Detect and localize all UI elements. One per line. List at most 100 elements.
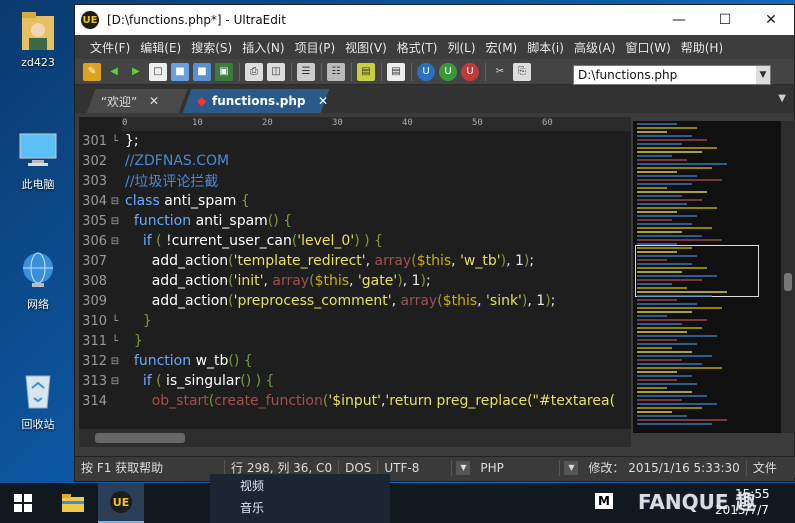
menu-help[interactable]: 帮助(H): [676, 39, 728, 56]
close-icon[interactable]: ✕: [318, 94, 328, 108]
ime-indicator[interactable]: M: [595, 493, 613, 509]
code-line[interactable]: 301 └};: [79, 131, 631, 151]
code-text: ob_start(create_function('$input','retur…: [151, 393, 616, 409]
menu-project[interactable]: 项目(P): [290, 39, 341, 56]
open-folder-icon[interactable]: ■: [171, 62, 189, 81]
ue-blue-icon[interactable]: U: [417, 62, 435, 81]
desktop-icon-this-pc[interactable]: 此电脑: [3, 130, 73, 192]
fold-toggle-icon[interactable]: ⊟: [109, 216, 121, 227]
save-icon[interactable]: ▣: [215, 62, 233, 81]
document-view-icon[interactable]: ▤: [387, 62, 405, 81]
windows-start-icon[interactable]: [0, 483, 46, 523]
menu-view[interactable]: 视图(V): [340, 39, 392, 56]
cut-icon[interactable]: ✂: [491, 63, 509, 81]
minimap-line: [637, 203, 687, 205]
menu-file[interactable]: 文件(F): [85, 39, 135, 56]
code-lines[interactable]: 301 └}; 302//ZDFNAS.COM 303//垃圾评论拦截 304 ⊟ clas…: [79, 131, 631, 427]
code-line[interactable]: 306 ⊟ if ( !current_user_can('level_0') )…: [79, 231, 631, 251]
columns-icon[interactable]: ☷: [327, 62, 345, 81]
horizontal-scrollbar[interactable]: [79, 429, 631, 447]
toolbar-separator: [485, 62, 486, 81]
code-line[interactable]: 303 //垃圾评论拦截: [79, 171, 631, 191]
code-text: add_action('template_redirect', array($t…: [151, 253, 535, 269]
tab-functions-php[interactable]: ◆ functions.php ✕: [182, 89, 330, 113]
line-number: 301: [82, 133, 107, 149]
code-line[interactable]: 302 //ZDFNAS.COM: [79, 151, 631, 171]
book-icon[interactable]: ▤: [357, 62, 375, 81]
forward-arrow-icon[interactable]: ▶: [127, 63, 145, 81]
fold-toggle-icon[interactable]: ⊟: [109, 376, 121, 387]
menu-edit[interactable]: 编辑(E): [135, 39, 186, 56]
print-icon[interactable]: ⎙: [245, 62, 263, 81]
code-line[interactable]: 305 ⊟ function anti_spam() {: [79, 211, 631, 231]
path-dropdown[interactable]: D:\functions.php ▼: [573, 65, 771, 85]
code-text: add_action('preprocess_comment', array($…: [151, 293, 556, 309]
ruler-mark: 10: [192, 118, 203, 128]
ue-green-icon[interactable]: U: [439, 62, 457, 81]
desktop-icon-network[interactable]: 网络: [3, 250, 73, 312]
code-minimap[interactable]: [633, 121, 781, 433]
chevron-down-icon[interactable]: ▼: [756, 66, 770, 84]
vertical-scrollbar[interactable]: [781, 121, 795, 433]
minimap-line: [637, 399, 682, 401]
menu-window[interactable]: 窗口(W): [621, 39, 676, 56]
vertical-scroll-thumb[interactable]: [784, 273, 792, 291]
code-line[interactable]: 313 ⊟ if ( is_singular() ) {: [79, 371, 631, 391]
tab-list-dropdown-icon[interactable]: ▼: [778, 93, 786, 104]
start-menu-item-music[interactable]: 音乐: [210, 496, 390, 518]
line-number: 308: [82, 273, 107, 289]
code-line[interactable]: 311 └ }: [79, 331, 631, 351]
chevron-down-icon[interactable]: ▼: [564, 460, 579, 475]
code-editor[interactable]: 0 10 20 30 40 50 60 301 └}; 302 //ZDFNAS.CO…: [79, 117, 631, 447]
status-syntax[interactable]: PHP: [474, 459, 561, 476]
print-preview-icon[interactable]: ◫: [267, 62, 285, 81]
close-button[interactable]: ✕: [748, 5, 794, 35]
chevron-down-icon[interactable]: ▼: [456, 460, 471, 475]
code-text: };: [125, 133, 139, 149]
code-line[interactable]: 308 add_action('init', array($this, 'gat…: [79, 271, 631, 291]
menu-advanced[interactable]: 高级(A): [569, 39, 621, 56]
minimap-line: [637, 363, 702, 365]
start-menu-item-video[interactable]: 视频: [210, 474, 390, 496]
code-line[interactable]: 309 add_action('preprocess_comment', arr…: [79, 291, 631, 311]
desktop-icon-user[interactable]: zd423: [3, 10, 73, 69]
fold-toggle-icon[interactable]: ⊟: [109, 196, 121, 207]
desktop-icon-recycle-bin[interactable]: 回收站: [3, 370, 73, 432]
fold-toggle-icon[interactable]: ⊟: [109, 236, 121, 247]
horizontal-scroll-thumb[interactable]: [95, 433, 185, 443]
tab-welcome[interactable]: “欢迎” ✕: [86, 89, 188, 113]
menu-format[interactable]: 格式(T): [392, 39, 443, 56]
ultraedit-taskbar-icon[interactable]: UE: [98, 483, 144, 523]
minimap-line: [637, 127, 697, 129]
code-line[interactable]: 314 ob_start(create_function('$input','r…: [79, 391, 631, 411]
code-line[interactable]: 304 ⊟ class anti_spam {: [79, 191, 631, 211]
menu-macro[interactable]: 宏(M): [481, 39, 523, 56]
menu-search[interactable]: 搜索(S): [186, 39, 237, 56]
ultraedit-window: UE [D:\functions.php*] - UltraEdit — ☐ ✕…: [74, 4, 795, 482]
minimize-button[interactable]: —: [656, 5, 702, 35]
maximize-button[interactable]: ☐: [702, 5, 748, 35]
status-bar: 按 F1 获取帮助 行 298, 列 36, C0 DOS UTF-8 ▼ PH…: [75, 456, 795, 478]
code-line[interactable]: 310 └ }: [79, 311, 631, 331]
folder-icon[interactable]: ■: [193, 62, 211, 81]
menu-script[interactable]: 脚本(i): [522, 39, 569, 56]
file-explorer-icon[interactable]: [50, 483, 96, 523]
new-document-icon[interactable]: □: [149, 62, 167, 81]
code-line[interactable]: 307 add_action('template_redirect', arra…: [79, 251, 631, 271]
minimap-line: [637, 271, 682, 273]
fold-toggle-icon[interactable]: ⊟: [109, 356, 121, 367]
menu-insert[interactable]: 插入(N): [237, 39, 289, 56]
ue-red-icon[interactable]: U: [461, 62, 479, 81]
back-arrow-icon[interactable]: ◀: [105, 63, 123, 81]
close-icon[interactable]: ✕: [149, 94, 159, 108]
menu-item-label: 音乐: [240, 500, 265, 515]
copy-icon[interactable]: ⎘: [513, 62, 531, 81]
minimap-line: [637, 219, 672, 221]
minimap-line: [637, 139, 707, 141]
code-line[interactable]: 312 ⊟ function w_tb() {: [79, 351, 631, 371]
menu-column[interactable]: 列(L): [442, 39, 480, 56]
new-file-icon[interactable]: ✎: [83, 62, 101, 81]
minimap-line: [637, 215, 697, 217]
list-icon[interactable]: ☰: [297, 62, 315, 81]
title-bar[interactable]: UE [D:\functions.php*] - UltraEdit — ☐ ✕: [75, 5, 794, 35]
